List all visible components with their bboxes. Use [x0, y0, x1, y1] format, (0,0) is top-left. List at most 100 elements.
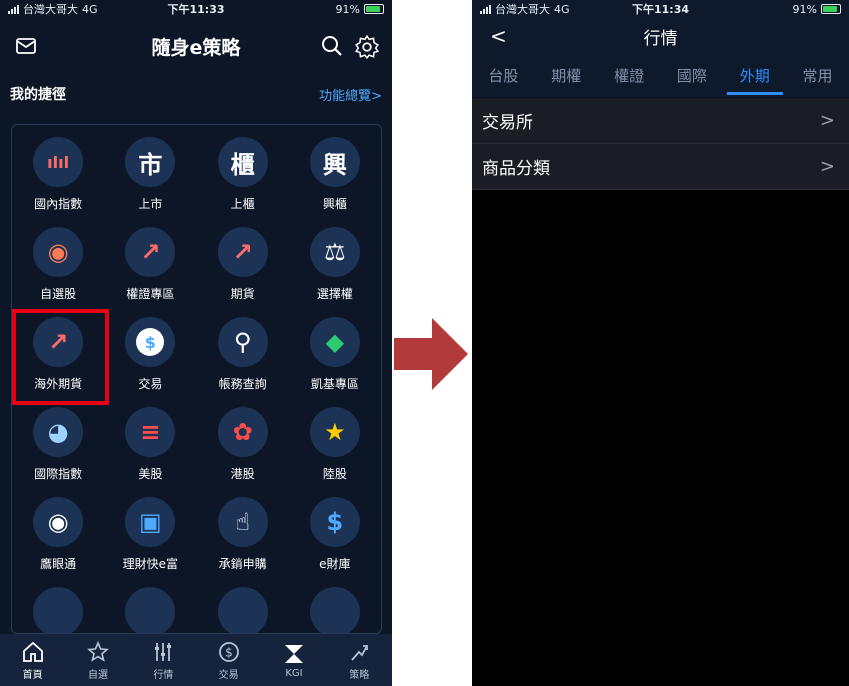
carrier-label: 台灣大哥大 [23, 3, 78, 16]
eye-icon: ◉ [33, 497, 84, 547]
tab-strategy[interactable]: 策略 [329, 640, 389, 681]
dollar-circle-icon: $ [218, 641, 239, 662]
status-bar: 台灣大哥大 4G 下午11:34 91% [472, 0, 849, 18]
tab-tw-stocks[interactable]: 台股 [472, 54, 535, 97]
tab-warrants[interactable]: 權證 [598, 54, 661, 97]
radar-icon [125, 587, 176, 633]
scale-icon: ⚖ [309, 227, 360, 277]
warrant-chart-icon: ↗ [125, 227, 176, 277]
list-item-product-category[interactable]: 商品分類 > [472, 144, 849, 190]
shortcut-e-vault[interactable]: $ e財庫 [289, 497, 381, 577]
tab-frequent[interactable]: 常用 [786, 54, 849, 97]
hand-tap-icon: ☝ [217, 497, 268, 547]
left-screen: 台灣大哥大 4G 下午11:33 91% 隨身e策略 我的捷徑 功能總覽> ıl… [0, 0, 392, 686]
signal-icon [8, 4, 19, 14]
shortcut-emerging[interactable]: 興興櫃 [289, 137, 381, 217]
feature-overview-link[interactable]: 功能總覽> [319, 85, 382, 104]
chart-bars-icon: ılıl [33, 137, 84, 187]
shortcut-us-stocks[interactable]: ≡ 美股 [104, 407, 196, 487]
tab-kgi[interactable]: KGI [264, 642, 324, 679]
target-icon: ◉ [33, 227, 84, 277]
svg-text:$: $ [225, 645, 233, 659]
badge-icon [217, 587, 268, 633]
network-label: 4G [554, 2, 570, 16]
tab-home[interactable]: 首頁 [3, 640, 63, 681]
shortcut-china-stocks[interactable]: ★ 陸股 [289, 407, 381, 487]
kgi-logo-icon [284, 644, 303, 663]
page-title: 隨身e策略 [151, 36, 241, 59]
shortcut-intl-index[interactable]: ◕ 國際指數 [12, 407, 104, 487]
kgi-logo-icon: ◆ [309, 317, 360, 367]
back-button[interactable]: < [490, 24, 507, 48]
shortcut-underwriting[interactable]: ☝ 承銷申購 [197, 497, 289, 577]
shortcut-partial-3[interactable] [197, 587, 289, 633]
transition-arrow-icon [394, 318, 468, 390]
list-item-label: 交易所 [482, 113, 533, 133]
shortcut-hk-stocks[interactable]: ✿ 港股 [197, 407, 289, 487]
network-label: 4G [82, 2, 98, 16]
status-time: 下午11:34 [631, 3, 690, 16]
selection-highlight-box [12, 309, 109, 405]
shortcut-listed[interactable]: 市上市 [104, 137, 196, 217]
coin-stack-icon: $ [309, 497, 360, 547]
shortcut-futures[interactable]: ↗ 期貨 [197, 227, 289, 307]
battery-percent: 91% [335, 2, 360, 16]
chevron-right-icon: > [819, 110, 835, 131]
signal-icon [480, 4, 491, 14]
tab-quotes[interactable]: 行情 [133, 640, 193, 681]
home-icon [22, 641, 43, 662]
list-item-label: 商品分類 [482, 159, 550, 179]
shortcut-trade[interactable]: $ 交易 [104, 317, 196, 397]
carrier-label: 台灣大哥大 [495, 3, 550, 16]
tab-trade[interactable]: $ 交易 [199, 640, 259, 681]
status-time: 下午11:33 [167, 3, 225, 16]
shortcut-wealth[interactable]: ▣ 理財快e富 [104, 497, 196, 577]
magnifier-icon: ⚲ [217, 317, 268, 367]
page-title: 行情 [643, 28, 678, 49]
search-icon[interactable] [320, 34, 344, 58]
hk-flag-icon: ✿ [217, 407, 268, 457]
dollar-coin-icon: $ [125, 317, 176, 367]
hammer-icon [33, 587, 84, 633]
section-title: 我的捷徑 [10, 87, 66, 103]
shortcut-partial-2[interactable] [104, 587, 196, 633]
app-header: 隨身e策略 [0, 18, 392, 74]
battery-percent: 91% [792, 2, 817, 16]
star-icon [87, 640, 109, 662]
shortcuts-section-header: 我的捷徑 功能總覽> [0, 74, 392, 114]
shortcut-kgi-zone[interactable]: ◆ 凱基專區 [289, 317, 381, 397]
futures-calendar-icon: ↗ [217, 227, 268, 277]
bottom-tab-bar: 首頁 自選 行情 $ 交易 KGI 策略 [0, 634, 392, 686]
shortcut-options[interactable]: ⚖ 選擇權 [289, 227, 381, 307]
tab-international[interactable]: 國際 [660, 54, 723, 97]
listed-market-icon: 市 [125, 137, 176, 187]
sliders-icon [155, 642, 172, 661]
shortcut-account-inquiry[interactable]: ⚲ 帳務查詢 [197, 317, 289, 397]
quotes-header: < 行情 [472, 18, 849, 54]
shortcut-watchlist[interactable]: ◉ 自選股 [12, 227, 104, 307]
tab-overseas-futures[interactable]: 外期 [723, 54, 786, 97]
shortcut-otc[interactable]: 櫃上櫃 [197, 137, 289, 217]
gear-icon[interactable] [354, 34, 380, 60]
shortcut-domestic-index[interactable]: ılıl 國內指數 [12, 137, 104, 217]
globe-icon: ◕ [33, 407, 84, 457]
document-icon [309, 587, 360, 633]
market-tabs: 台股 期權 權證 國際 外期 常用 [472, 54, 849, 98]
status-bar: 台灣大哥大 4G 下午11:33 91% [0, 0, 392, 18]
us-flag-icon: ≡ [125, 407, 176, 457]
shortcut-warrants[interactable]: ↗ 權證專區 [104, 227, 196, 307]
emerging-market-icon: 興 [309, 137, 360, 187]
right-screen: 台灣大哥大 4G 下午11:34 91% < 行情 台股 期權 權證 國際 外期… [472, 0, 849, 686]
shortcut-partial-4[interactable] [289, 587, 381, 633]
strategy-arrow-icon [351, 644, 369, 661]
china-flag-icon: ★ [309, 407, 360, 457]
battery-icon [821, 4, 841, 14]
tab-futures-options[interactable]: 期權 [535, 54, 598, 97]
tab-watchlist[interactable]: 自選 [68, 640, 128, 681]
mail-icon[interactable] [14, 34, 38, 58]
shortcut-eagle-eye[interactable]: ◉ 鷹眼通 [12, 497, 104, 577]
battery-icon [364, 4, 384, 14]
shortcut-partial-1[interactable] [12, 587, 104, 633]
list-item-exchange[interactable]: 交易所 > [472, 98, 849, 144]
chevron-right-icon: > [819, 156, 835, 177]
